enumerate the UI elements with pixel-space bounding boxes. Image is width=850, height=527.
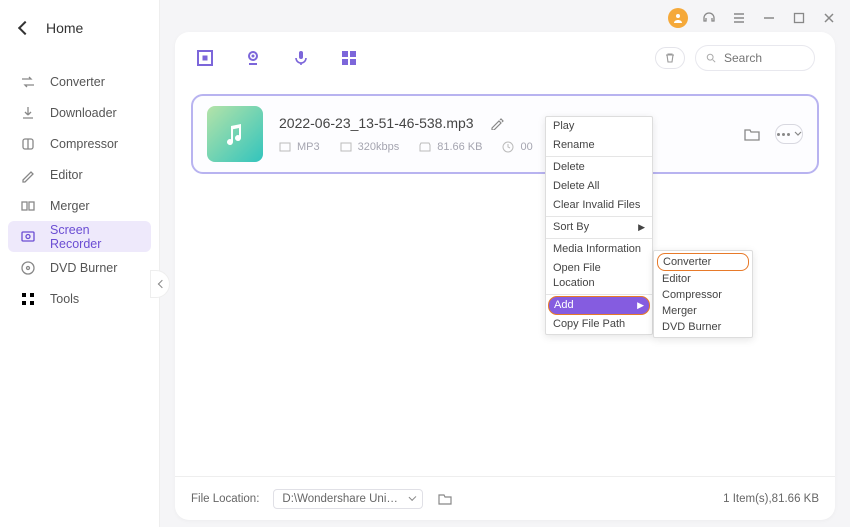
sidebar-collapse-handle[interactable]	[150, 270, 170, 298]
ctx-add[interactable]: Add▶	[548, 296, 650, 315]
file-location-selector[interactable]: D:\Wondershare UniConverter 1	[273, 489, 423, 509]
editor-icon	[20, 167, 36, 183]
chevron-down-icon	[408, 493, 416, 501]
support-icon[interactable]	[700, 9, 718, 27]
dvd-burner-icon	[20, 260, 36, 276]
sidebar-item-dvd-burner[interactable]: DVD Burner	[8, 252, 151, 283]
mode-webcam-icon[interactable]	[243, 48, 263, 68]
menu-icon[interactable]	[730, 9, 748, 27]
sidebar-header: Home	[0, 0, 159, 56]
file-row[interactable]: 2022-06-23_13-51-46-538.mp3 MP3 320kbps …	[191, 94, 819, 174]
file-duration: 00	[502, 141, 532, 153]
file-size: 81.66 KB	[419, 141, 482, 153]
mode-apps-icon[interactable]	[339, 48, 359, 68]
merger-icon	[20, 198, 36, 214]
file-info: 2022-06-23_13-51-46-538.mp3 MP3 320kbps …	[279, 115, 727, 153]
ctx-play[interactable]: Play	[546, 117, 652, 136]
ctx-sort-by[interactable]: Sort By▶	[546, 218, 652, 237]
ctx-rename[interactable]: Rename	[546, 136, 652, 155]
ctx-copy-path[interactable]: Copy File Path	[546, 315, 652, 334]
sidebar-item-screen-recorder[interactable]: Screen Recorder	[8, 221, 151, 252]
back-icon[interactable]	[18, 21, 32, 35]
sidebar-item-label: Merger	[50, 199, 90, 213]
file-name: 2022-06-23_13-51-46-538.mp3	[279, 115, 474, 131]
sidebar-item-label: Screen Recorder	[50, 223, 139, 251]
downloader-icon	[20, 105, 36, 121]
search-box[interactable]	[695, 45, 815, 71]
chevron-down-icon	[794, 130, 802, 138]
more-actions-button[interactable]	[775, 124, 803, 144]
file-format: MP3	[279, 141, 320, 153]
rename-icon[interactable]	[490, 116, 504, 130]
file-bitrate: 320kbps	[340, 141, 400, 153]
trash-icon	[664, 52, 676, 64]
mode-screen-icon[interactable]	[195, 48, 215, 68]
chevron-left-icon	[157, 280, 165, 288]
converter-icon	[20, 74, 36, 90]
sidebar-item-converter[interactable]: Converter	[8, 66, 151, 97]
sidebar-item-label: Tools	[50, 292, 79, 306]
tools-icon	[20, 291, 36, 307]
mode-audio-icon[interactable]	[291, 48, 311, 68]
chevron-right-icon: ▶	[637, 298, 644, 313]
ctx-media-info[interactable]: Media Information	[546, 240, 652, 259]
minimize-icon[interactable]	[760, 9, 778, 27]
sidebar-item-compressor[interactable]: Compressor	[8, 128, 151, 159]
open-folder-icon[interactable]	[743, 125, 761, 143]
topbar	[175, 32, 835, 84]
search-input[interactable]	[724, 51, 804, 65]
sidebar: Home Converter Downloader Compressor Edi…	[0, 0, 160, 527]
ctx-delete[interactable]: Delete	[546, 158, 652, 177]
titlebar	[668, 8, 838, 28]
main-panel: 2022-06-23_13-51-46-538.mp3 MP3 320kbps …	[175, 32, 835, 520]
sidebar-item-editor[interactable]: Editor	[8, 159, 151, 190]
sub-compressor[interactable]: Compressor	[657, 287, 749, 303]
sidebar-item-merger[interactable]: Merger	[8, 190, 151, 221]
context-submenu-add: Converter Editor Compressor Merger DVD B…	[653, 250, 753, 338]
sidebar-item-downloader[interactable]: Downloader	[8, 97, 151, 128]
context-menu: Play Rename Delete Delete All Clear Inva…	[545, 116, 653, 335]
sub-dvd-burner[interactable]: DVD Burner	[657, 319, 749, 335]
music-note-icon	[221, 120, 249, 148]
trash-button[interactable]	[655, 47, 685, 69]
sub-editor[interactable]: Editor	[657, 271, 749, 287]
user-avatar-icon[interactable]	[668, 8, 688, 28]
home-label[interactable]: Home	[46, 20, 83, 36]
screen-recorder-icon	[20, 229, 36, 245]
file-location-value: D:\Wondershare UniConverter 1	[282, 493, 401, 505]
ctx-clear-invalid[interactable]: Clear Invalid Files	[546, 196, 652, 215]
sidebar-item-label: Downloader	[50, 106, 117, 120]
maximize-icon[interactable]	[790, 9, 808, 27]
sub-merger[interactable]: Merger	[657, 303, 749, 319]
sidebar-item-label: DVD Burner	[50, 261, 117, 275]
sub-converter[interactable]: Converter	[657, 253, 749, 271]
ctx-delete-all[interactable]: Delete All	[546, 177, 652, 196]
footer: File Location: D:\Wondershare UniConvert…	[175, 476, 835, 520]
search-icon	[706, 52, 716, 64]
browse-folder-icon[interactable]	[437, 491, 453, 507]
chevron-right-icon: ▶	[638, 220, 645, 235]
ctx-open-location[interactable]: Open File Location	[546, 259, 652, 293]
footer-summary: 1 Item(s),81.66 KB	[723, 493, 819, 505]
sidebar-item-tools[interactable]: Tools	[8, 283, 151, 314]
file-thumbnail	[207, 106, 263, 162]
compressor-icon	[20, 136, 36, 152]
sidebar-item-label: Converter	[50, 75, 105, 89]
close-icon[interactable]	[820, 9, 838, 27]
sidebar-item-label: Editor	[50, 168, 83, 182]
sidebar-item-label: Compressor	[50, 137, 118, 151]
file-location-label: File Location:	[191, 493, 259, 505]
